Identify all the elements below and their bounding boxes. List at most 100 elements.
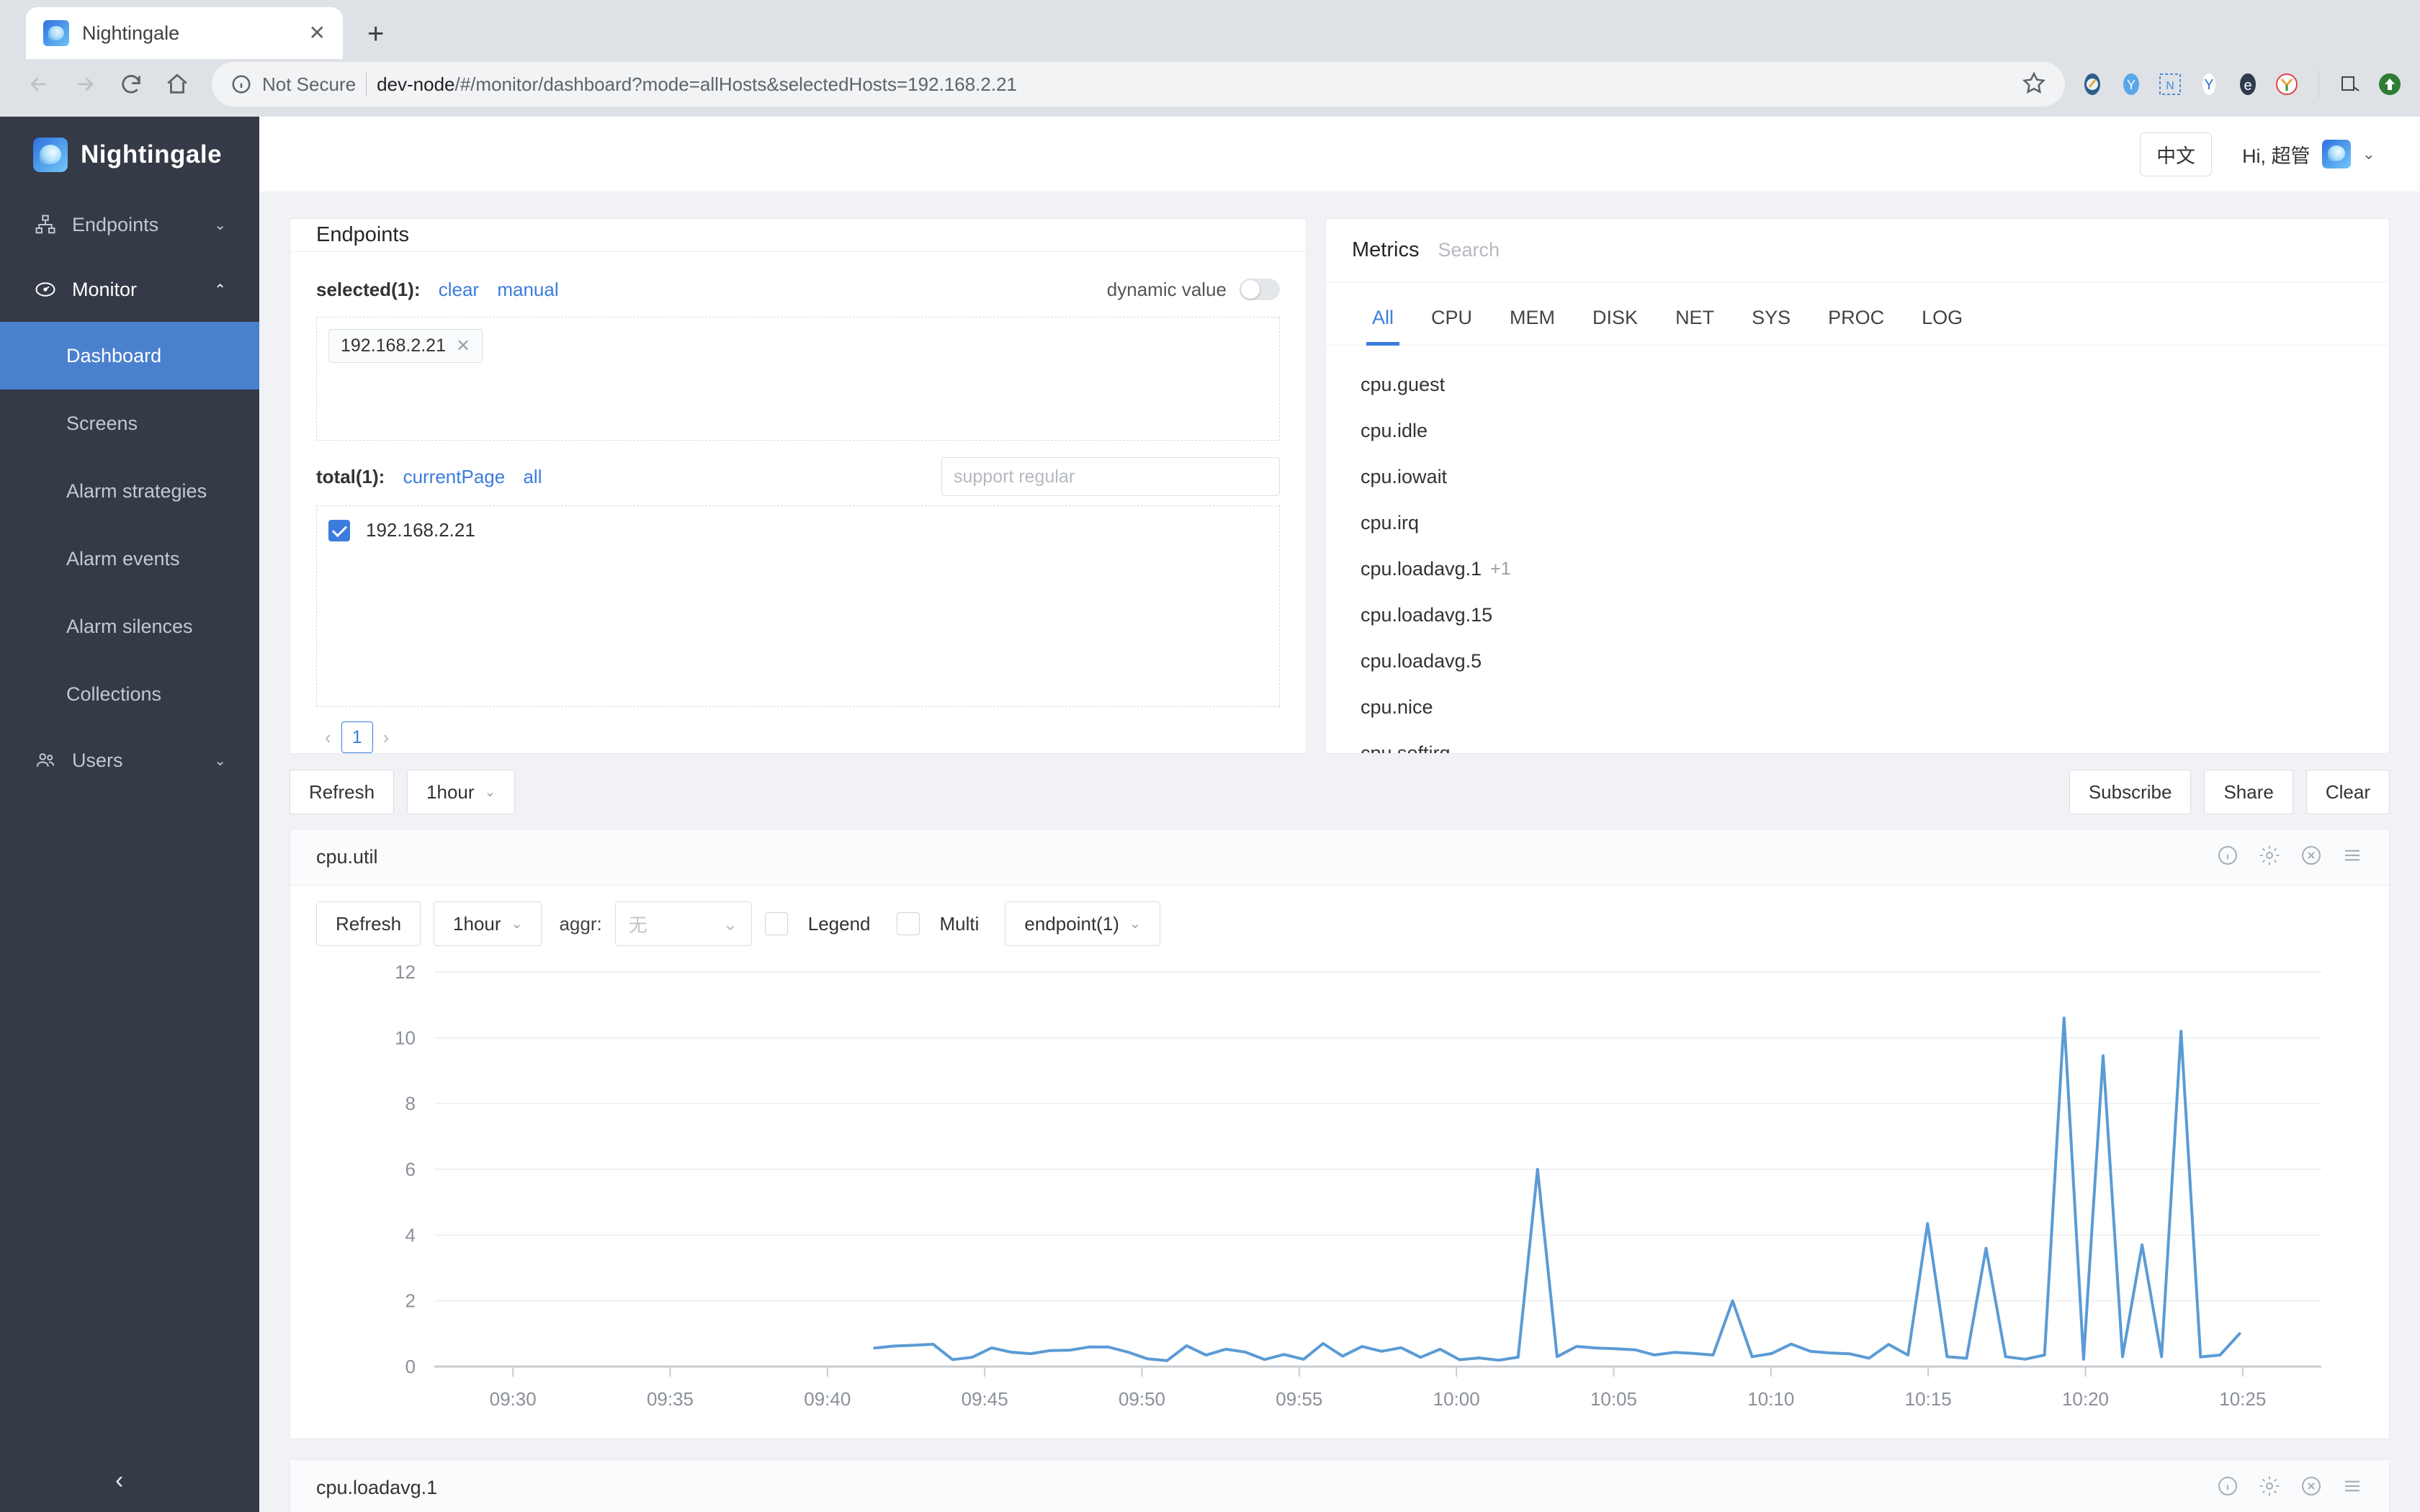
sidebar-group-monitor[interactable]: Monitor ⌃ [0,257,259,322]
svg-text:8: 8 [405,1093,416,1115]
tab-sys[interactable]: SYS [1733,307,1809,345]
endpoint-select[interactable]: endpoint(1) ⌄ [1005,901,1160,946]
chart-canvas[interactable]: 0 2 4 6 8 10 12 09:30 09:35 09:40 09:45 09:50 09:55 1… [290,956,2389,1439]
home-icon[interactable] [154,61,200,107]
info-icon[interactable] [2216,1475,2239,1501]
sidebar-item-alarm-strategies[interactable]: Alarm strategies [0,457,259,525]
dynamic-value-label: dynamic value [1106,278,1227,300]
profile-icon[interactable] [2375,70,2404,99]
sidebar-item-screens[interactable]: Screens [0,390,259,457]
list-item[interactable]: cpu.loadavg.15 [1326,592,2389,638]
address-bar[interactable]: Not Secure dev-node/#/monitor/dashboard?… [212,62,2065,107]
current-page-link[interactable]: currentPage [403,466,506,487]
next-page-icon[interactable]: › [383,726,390,749]
chevron-up-icon: ⌃ [214,282,226,298]
reload-icon[interactable] [108,61,154,107]
svg-text:09:35: 09:35 [647,1388,694,1410]
graph-time-range-select[interactable]: 1hour ⌄ [434,901,542,946]
list-item[interactable]: cpu.nice [1326,684,2389,730]
user-menu[interactable]: Hi, 超管 ⌄ [2242,140,2375,168]
list-item[interactable]: cpu.irq [1326,500,2389,546]
list-item[interactable]: cpu.iowait [1326,454,2389,500]
sidebar-item-dashboard[interactable]: Dashboard [0,322,259,390]
metric-label: cpu.softirq [1361,742,1451,754]
chevron-down-icon: ⌄ [722,912,738,935]
list-item[interactable]: cpu.guest [1326,361,2389,408]
multi-checkbox[interactable] [896,912,920,935]
bookmark-star-icon[interactable] [2022,71,2046,99]
list-item[interactable]: 192.168.2.21 [328,519,1268,541]
tab-proc[interactable]: PROC [1809,307,1903,345]
sidebar-group-users[interactable]: Users ⌄ [0,728,259,793]
endpoint-chip-label: 192.168.2.21 [341,336,446,356]
svg-text:09:45: 09:45 [962,1388,1008,1410]
tab-cpu[interactable]: CPU [1412,307,1491,345]
endpoint-checkbox[interactable] [328,519,350,541]
menu-icon[interactable] [2341,845,2363,870]
extension-icon-7[interactable] [2336,70,2365,99]
tab-all[interactable]: All [1353,307,1412,346]
metrics-panel: Metrics Search All CPU MEM DISK NET SYS … [1325,218,2390,754]
menu-icon[interactable] [2341,1475,2363,1500]
sidebar-item-alarm-events-label: Alarm events [66,547,180,570]
extension-icon-4[interactable]: Y [2195,70,2223,99]
extension-icon-6[interactable] [2272,70,2301,99]
forward-icon[interactable] [62,61,108,107]
legend-checkbox[interactable] [764,912,788,935]
brand: Nightingale [0,117,259,192]
all-link[interactable]: all [523,466,542,487]
metrics-search-input[interactable]: Search [1438,239,1500,261]
browser-tab[interactable]: Nightingale ✕ [26,7,343,59]
manual-link[interactable]: manual [497,279,558,300]
sidebar-item-collections[interactable]: Collections [0,660,259,728]
extension-icon-2[interactable]: Y [2117,70,2146,99]
new-tab-button[interactable]: + [367,18,384,50]
back-icon[interactable] [16,61,62,107]
sidebar-group-monitor-label: Monitor [72,278,138,300]
metric-label: cpu.iowait [1361,465,1448,487]
list-item[interactable]: cpu.idle [1326,408,2389,454]
subscribe-button[interactable]: Subscribe [2069,770,2192,814]
list-item[interactable]: cpu.softirq [1326,730,2389,754]
gear-icon[interactable] [2258,1475,2281,1501]
refresh-button[interactable]: Refresh [290,770,395,814]
sidebar-group-endpoints[interactable]: Endpoints ⌄ [0,192,259,257]
tab-net[interactable]: NET [1657,307,1733,345]
tab-log[interactable]: LOG [1903,307,1981,345]
top-bar: 中文 Hi, 超管 ⌄ [259,117,2420,192]
endpoint-chip[interactable]: 192.168.2.21 ✕ [328,329,483,363]
extension-icon-5[interactable]: e [2233,70,2262,99]
close-icon[interactable] [2300,1475,2323,1501]
language-toggle-button[interactable]: 中文 [2140,132,2213,176]
metric-label: cpu.loadavg.1 [1361,557,1482,580]
clear-link[interactable]: clear [439,279,479,300]
selected-row: selected(1): clear manual dynamic value [316,271,1280,308]
sidebar-item-alarm-events[interactable]: Alarm events [0,525,259,593]
close-icon[interactable]: ✕ [456,336,470,356]
tab-mem[interactable]: MEM [1491,307,1574,345]
gear-icon[interactable] [2258,844,2281,870]
regex-search-input[interactable]: support regular [941,457,1280,496]
time-range-select[interactable]: 1hour ⌄ [407,770,516,814]
graph-refresh-button[interactable]: Refresh [316,901,421,946]
sidebar-collapse-button[interactable]: ‹ [0,1449,259,1512]
info-circle-icon [232,75,251,94]
prev-page-icon[interactable]: ‹ [325,726,331,749]
info-icon[interactable] [2216,844,2239,870]
page-number-1[interactable]: 1 [341,721,373,753]
time-range-value: 1hour [426,780,475,803]
clear-button[interactable]: Clear [2305,770,2390,814]
sidebar-item-alarm-silences[interactable]: Alarm silences [0,593,259,660]
endpoints-title: Endpoints [316,223,409,246]
share-button[interactable]: Share [2204,770,2293,814]
brand-name: Nightingale [81,140,223,168]
close-icon[interactable]: ✕ [309,23,326,43]
extension-icon-1[interactable] [2078,70,2107,99]
list-item[interactable]: cpu.loadavg.5 [1326,638,2389,684]
extension-icon-3[interactable]: N [2156,70,2184,99]
aggr-select[interactable]: 无 ⌄ [614,901,752,946]
dynamic-value-toggle[interactable] [1240,279,1280,300]
close-icon[interactable] [2300,844,2323,870]
list-item[interactable]: cpu.loadavg.1 +1 [1326,546,2389,592]
tab-disk[interactable]: DISK [1574,307,1657,345]
